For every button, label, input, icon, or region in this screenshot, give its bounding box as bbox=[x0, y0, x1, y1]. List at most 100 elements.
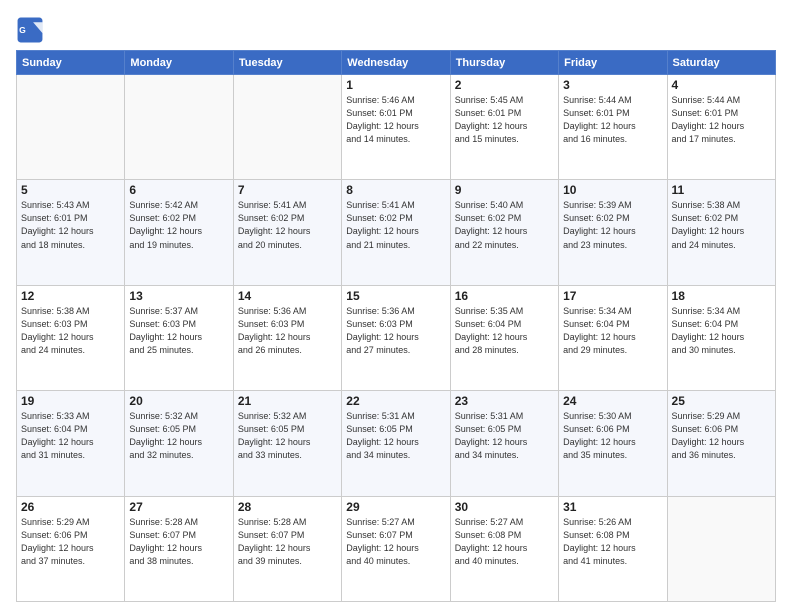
weekday-header-row: SundayMondayTuesdayWednesdayThursdayFrid… bbox=[17, 51, 776, 75]
calendar-cell bbox=[233, 75, 341, 180]
calendar-cell: 17 Sunrise: 5:34 AM Sunset: 6:04 PM Dayli… bbox=[559, 285, 667, 390]
day-info: Sunrise: 5:36 AM Sunset: 6:03 PM Dayligh… bbox=[346, 305, 445, 357]
calendar-cell: 1 Sunrise: 5:46 AM Sunset: 6:01 PM Daylig… bbox=[342, 75, 450, 180]
day-number: 6 bbox=[129, 183, 228, 197]
calendar-cell: 24 Sunrise: 5:30 AM Sunset: 6:06 PM Dayli… bbox=[559, 391, 667, 496]
day-number: 5 bbox=[21, 183, 120, 197]
day-number: 14 bbox=[238, 289, 337, 303]
weekday-header-saturday: Saturday bbox=[667, 51, 775, 75]
day-number: 27 bbox=[129, 500, 228, 514]
calendar-cell: 22 Sunrise: 5:31 AM Sunset: 6:05 PM Dayli… bbox=[342, 391, 450, 496]
day-number: 9 bbox=[455, 183, 554, 197]
day-number: 28 bbox=[238, 500, 337, 514]
day-info: Sunrise: 5:34 AM Sunset: 6:04 PM Dayligh… bbox=[563, 305, 662, 357]
calendar-cell: 8Sunrise: 5:41 AM Sunset: 6:02 PM Daylig… bbox=[342, 180, 450, 285]
calendar-cell: 18 Sunrise: 5:34 AM Sunset: 6:04 PM Dayli… bbox=[667, 285, 775, 390]
day-number: 31 bbox=[563, 500, 662, 514]
calendar-week-1: 1 Sunrise: 5:46 AM Sunset: 6:01 PM Daylig… bbox=[17, 75, 776, 180]
calendar-cell: 31 Sunrise: 5:26 AM Sunset: 6:08 PM Dayli… bbox=[559, 496, 667, 601]
day-number: 30 bbox=[455, 500, 554, 514]
calendar-cell: 4 Sunrise: 5:44 AM Sunset: 6:01 PM Daylig… bbox=[667, 75, 775, 180]
day-info: Sunrise: 5:41 AM Sunset: 6:02 PM Dayligh… bbox=[346, 199, 445, 251]
calendar-cell: 15 Sunrise: 5:36 AM Sunset: 6:03 PM Dayli… bbox=[342, 285, 450, 390]
calendar-cell: 30Sunrise: 5:27 AM Sunset: 6:08 PM Dayli… bbox=[450, 496, 558, 601]
day-info: Sunrise: 5:35 AM Sunset: 6:04 PM Dayligh… bbox=[455, 305, 554, 357]
calendar-cell: 9 Sunrise: 5:40 AM Sunset: 6:02 PM Daylig… bbox=[450, 180, 558, 285]
day-number: 26 bbox=[21, 500, 120, 514]
weekday-header-monday: Monday bbox=[125, 51, 233, 75]
day-number: 18 bbox=[672, 289, 771, 303]
day-number: 19 bbox=[21, 394, 120, 408]
day-info: Sunrise: 5:33 AM Sunset: 6:04 PM Dayligh… bbox=[21, 410, 120, 462]
calendar-week-2: 5Sunrise: 5:43 AM Sunset: 6:01 PM Daylig… bbox=[17, 180, 776, 285]
calendar-week-3: 12 Sunrise: 5:38 AM Sunset: 6:03 PM Dayli… bbox=[17, 285, 776, 390]
day-number: 24 bbox=[563, 394, 662, 408]
calendar-cell: 3 Sunrise: 5:44 AM Sunset: 6:01 PM Daylig… bbox=[559, 75, 667, 180]
day-info: Sunrise: 5:29 AM Sunset: 6:06 PM Dayligh… bbox=[672, 410, 771, 462]
day-number: 17 bbox=[563, 289, 662, 303]
day-number: 12 bbox=[21, 289, 120, 303]
calendar-cell: 29 Sunrise: 5:27 AM Sunset: 6:07 PM Dayli… bbox=[342, 496, 450, 601]
day-number: 3 bbox=[563, 78, 662, 92]
day-number: 1 bbox=[346, 78, 445, 92]
day-number: 23 bbox=[455, 394, 554, 408]
weekday-header-tuesday: Tuesday bbox=[233, 51, 341, 75]
day-info: Sunrise: 5:40 AM Sunset: 6:02 PM Dayligh… bbox=[455, 199, 554, 251]
calendar-cell: 26Sunrise: 5:29 AM Sunset: 6:06 PM Dayli… bbox=[17, 496, 125, 601]
day-number: 2 bbox=[455, 78, 554, 92]
weekday-header-sunday: Sunday bbox=[17, 51, 125, 75]
day-number: 4 bbox=[672, 78, 771, 92]
day-info: Sunrise: 5:41 AM Sunset: 6:02 PM Dayligh… bbox=[238, 199, 337, 251]
calendar-week-4: 19 Sunrise: 5:33 AM Sunset: 6:04 PM Dayli… bbox=[17, 391, 776, 496]
calendar-cell: 19 Sunrise: 5:33 AM Sunset: 6:04 PM Dayli… bbox=[17, 391, 125, 496]
day-number: 25 bbox=[672, 394, 771, 408]
calendar-cell: 11Sunrise: 5:38 AM Sunset: 6:02 PM Dayli… bbox=[667, 180, 775, 285]
calendar-cell: 5Sunrise: 5:43 AM Sunset: 6:01 PM Daylig… bbox=[17, 180, 125, 285]
calendar-cell: 20 Sunrise: 5:32 AM Sunset: 6:05 PM Dayli… bbox=[125, 391, 233, 496]
calendar-cell: 13Sunrise: 5:37 AM Sunset: 6:03 PM Dayli… bbox=[125, 285, 233, 390]
day-info: Sunrise: 5:31 AM Sunset: 6:05 PM Dayligh… bbox=[346, 410, 445, 462]
day-number: 21 bbox=[238, 394, 337, 408]
calendar-cell: 12 Sunrise: 5:38 AM Sunset: 6:03 PM Dayli… bbox=[17, 285, 125, 390]
day-number: 20 bbox=[129, 394, 228, 408]
logo-icon: G bbox=[16, 16, 44, 44]
day-info: Sunrise: 5:39 AM Sunset: 6:02 PM Dayligh… bbox=[563, 199, 662, 251]
day-info: Sunrise: 5:36 AM Sunset: 6:03 PM Dayligh… bbox=[238, 305, 337, 357]
day-info: Sunrise: 5:44 AM Sunset: 6:01 PM Dayligh… bbox=[563, 94, 662, 146]
calendar-cell bbox=[17, 75, 125, 180]
day-info: Sunrise: 5:46 AM Sunset: 6:01 PM Dayligh… bbox=[346, 94, 445, 146]
day-number: 22 bbox=[346, 394, 445, 408]
calendar-cell: 6 Sunrise: 5:42 AM Sunset: 6:02 PM Daylig… bbox=[125, 180, 233, 285]
day-number: 13 bbox=[129, 289, 228, 303]
day-info: Sunrise: 5:44 AM Sunset: 6:01 PM Dayligh… bbox=[672, 94, 771, 146]
day-number: 11 bbox=[672, 183, 771, 197]
day-number: 16 bbox=[455, 289, 554, 303]
calendar-cell: 7Sunrise: 5:41 AM Sunset: 6:02 PM Daylig… bbox=[233, 180, 341, 285]
svg-text:G: G bbox=[19, 25, 26, 35]
day-info: Sunrise: 5:28 AM Sunset: 6:07 PM Dayligh… bbox=[238, 516, 337, 568]
calendar-cell: 23Sunrise: 5:31 AM Sunset: 6:05 PM Dayli… bbox=[450, 391, 558, 496]
day-info: Sunrise: 5:42 AM Sunset: 6:02 PM Dayligh… bbox=[129, 199, 228, 251]
day-info: Sunrise: 5:30 AM Sunset: 6:06 PM Dayligh… bbox=[563, 410, 662, 462]
day-number: 10 bbox=[563, 183, 662, 197]
day-info: Sunrise: 5:32 AM Sunset: 6:05 PM Dayligh… bbox=[129, 410, 228, 462]
page: G SundayMondayTuesdayWednesdayThursdayFr… bbox=[0, 0, 792, 612]
calendar-cell bbox=[667, 496, 775, 601]
day-info: Sunrise: 5:27 AM Sunset: 6:07 PM Dayligh… bbox=[346, 516, 445, 568]
header: G bbox=[16, 12, 776, 44]
day-number: 15 bbox=[346, 289, 445, 303]
day-info: Sunrise: 5:38 AM Sunset: 6:03 PM Dayligh… bbox=[21, 305, 120, 357]
calendar-cell: 21 Sunrise: 5:32 AM Sunset: 6:05 PM Dayli… bbox=[233, 391, 341, 496]
day-number: 29 bbox=[346, 500, 445, 514]
logo: G bbox=[16, 16, 48, 44]
weekday-header-friday: Friday bbox=[559, 51, 667, 75]
day-info: Sunrise: 5:34 AM Sunset: 6:04 PM Dayligh… bbox=[672, 305, 771, 357]
day-info: Sunrise: 5:26 AM Sunset: 6:08 PM Dayligh… bbox=[563, 516, 662, 568]
day-info: Sunrise: 5:32 AM Sunset: 6:05 PM Dayligh… bbox=[238, 410, 337, 462]
calendar-table: SundayMondayTuesdayWednesdayThursdayFrid… bbox=[16, 50, 776, 602]
calendar-cell: 16 Sunrise: 5:35 AM Sunset: 6:04 PM Dayli… bbox=[450, 285, 558, 390]
calendar-week-5: 26Sunrise: 5:29 AM Sunset: 6:06 PM Dayli… bbox=[17, 496, 776, 601]
calendar-cell: 27Sunrise: 5:28 AM Sunset: 6:07 PM Dayli… bbox=[125, 496, 233, 601]
calendar-cell: 25 Sunrise: 5:29 AM Sunset: 6:06 PM Dayli… bbox=[667, 391, 775, 496]
calendar-cell: 2Sunrise: 5:45 AM Sunset: 6:01 PM Daylig… bbox=[450, 75, 558, 180]
